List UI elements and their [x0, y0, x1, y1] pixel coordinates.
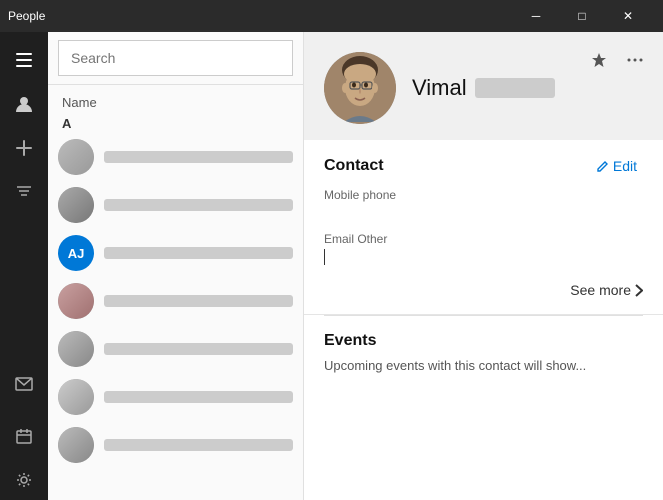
contact-list-panel: Name A AJ [48, 32, 304, 500]
profile-first-name: Vimal [412, 75, 467, 101]
email-other-label: Email Other [324, 232, 643, 246]
contact-name-blurred [104, 151, 293, 163]
mobile-phone-field: Mobile phone [324, 188, 643, 218]
list-item[interactable] [48, 181, 303, 229]
contact-name-blurred [104, 295, 293, 307]
list-item[interactable] [48, 421, 303, 469]
search-input[interactable] [58, 40, 293, 76]
list-item[interactable] [48, 373, 303, 421]
events-title: Events [324, 332, 643, 350]
email-other-value [324, 248, 643, 262]
profile-name-area: Vimal [412, 75, 555, 101]
contact-name-blurred [104, 439, 293, 451]
settings-icon[interactable] [4, 460, 44, 500]
profile-header: Vimal [304, 32, 663, 140]
contact-name-blurred [104, 199, 293, 211]
mail-icon[interactable] [4, 364, 44, 404]
title-bar: People ─ □ ✕ [0, 0, 663, 32]
avatar [58, 331, 94, 367]
filter-icon[interactable] [4, 172, 44, 212]
person-icon[interactable] [4, 84, 44, 124]
contact-section-header: Contact Edit [324, 156, 643, 176]
email-other-field: Email Other [324, 232, 643, 262]
see-more-row: See more [324, 276, 643, 298]
more-options-button[interactable] [619, 44, 651, 76]
search-bar [48, 32, 303, 85]
contact-section-title: Contact [324, 157, 384, 175]
contact-list-scroll: Name A AJ [48, 85, 303, 500]
mobile-phone-value [324, 204, 643, 218]
calendar-icon[interactable] [4, 416, 44, 456]
avatar [58, 187, 94, 223]
avatar [58, 139, 94, 175]
name-column-header: Name [48, 89, 303, 112]
contact-name-blurred [104, 391, 293, 403]
list-item[interactable] [48, 277, 303, 325]
detail-panel: Vimal C [304, 32, 663, 500]
contact-name-blurred [104, 247, 293, 259]
edit-label: Edit [613, 158, 637, 174]
avatar [58, 427, 94, 463]
add-contact-icon[interactable] [4, 128, 44, 168]
profile-avatar [324, 52, 396, 124]
events-section: Events Upcoming events with this contact… [304, 316, 663, 389]
list-item[interactable] [48, 325, 303, 373]
see-more-button[interactable]: See more [570, 282, 643, 298]
icon-rail [0, 32, 48, 500]
contact-section: Contact Edit Mobile phone Email Other [304, 140, 663, 315]
avatar [58, 379, 94, 415]
minimize-button[interactable]: ─ [513, 0, 559, 32]
avatar: AJ [58, 235, 94, 271]
see-more-label: See more [570, 282, 631, 298]
profile-last-name-blurred [475, 78, 555, 98]
close-button[interactable]: ✕ [605, 0, 651, 32]
list-item[interactable] [48, 133, 303, 181]
events-description: Upcoming events with this contact will s… [324, 358, 643, 373]
profile-header-actions [583, 44, 651, 76]
app-title: People [8, 9, 45, 23]
pin-button[interactable] [583, 44, 615, 76]
avatar [58, 283, 94, 319]
section-header-a: A [48, 112, 303, 133]
window-controls: ─ □ ✕ [513, 0, 651, 32]
list-item[interactable]: AJ [48, 229, 303, 277]
app-container: Name A AJ [0, 32, 663, 500]
hamburger-menu-icon[interactable] [4, 40, 44, 80]
edit-button[interactable]: Edit [590, 156, 643, 176]
maximize-button[interactable]: □ [559, 0, 605, 32]
text-cursor [324, 249, 325, 265]
mobile-phone-label: Mobile phone [324, 188, 643, 202]
contact-name-blurred [104, 343, 293, 355]
